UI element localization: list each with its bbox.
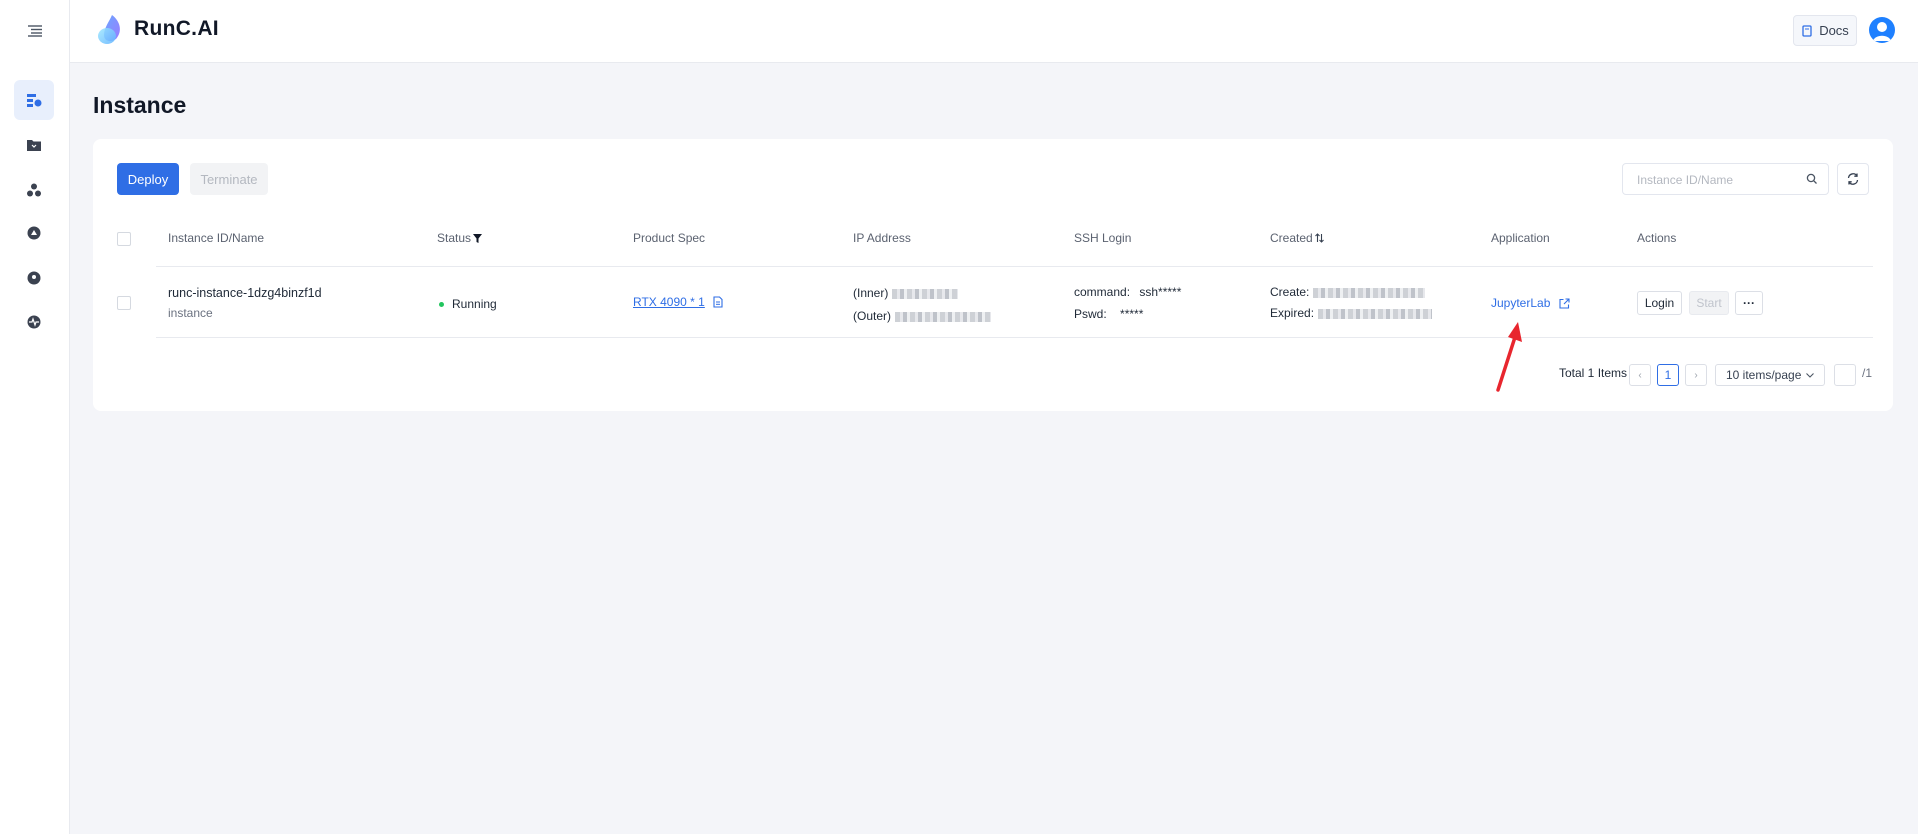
next-page-button[interactable]: › <box>1685 364 1707 386</box>
menu-toggle-button[interactable] <box>24 20 46 42</box>
sort-icon[interactable] <box>1314 233 1324 243</box>
chevron-down-icon <box>1806 372 1814 378</box>
ip-inner-redacted <box>892 288 959 299</box>
storage-icon <box>27 226 41 240</box>
ip-outer: (Outer) <box>853 309 992 323</box>
status-label: Running <box>452 297 497 311</box>
ip-outer-redacted <box>895 311 992 322</box>
instance-icon <box>27 94 42 107</box>
row-divider <box>156 337 1873 338</box>
document-icon[interactable] <box>713 296 723 308</box>
search-input[interactable] <box>1635 170 1799 190</box>
terminate-button[interactable]: Terminate <box>190 163 268 195</box>
sidebar-item-storage[interactable] <box>14 213 54 253</box>
docs-button[interactable]: Docs <box>1793 15 1857 46</box>
th-ip-address-label: IP Address <box>853 231 911 245</box>
th-product-spec-label: Product Spec <box>633 231 706 245</box>
header-divider <box>156 266 1873 267</box>
pagination-total: Total 1 Items <box>1559 366 1628 380</box>
ip-outer-label: (Outer) <box>853 309 892 323</box>
th-ssh-login-label: SSH Login <box>1074 231 1132 245</box>
sidebar-item-monitor[interactable] <box>14 302 54 342</box>
login-button[interactable]: Login <box>1637 291 1682 315</box>
top-bar: RunC.AI Docs <box>0 0 1918 63</box>
chevron-right-icon: › <box>1694 369 1698 381</box>
page-jump-input[interactable] <box>1834 364 1856 386</box>
user-icon <box>1873 22 1891 41</box>
total-pages: /1 <box>1862 366 1873 380</box>
folder-icon <box>27 140 41 151</box>
product-spec-link[interactable]: RTX 4090 * 1 <box>633 295 705 309</box>
docs-label: Docs <box>1819 23 1849 38</box>
sidebar-item-folder[interactable] <box>14 125 54 165</box>
page-size-select[interactable]: 10 items/page <box>1715 364 1825 386</box>
brand-name: RunC.AI <box>134 17 219 40</box>
th-product-spec: Product Spec <box>633 231 705 245</box>
page-size-label: 10 items/page <box>1726 368 1802 382</box>
chevron-left-icon: ‹ <box>1638 369 1642 381</box>
logo-icon <box>98 15 120 44</box>
th-status[interactable]: Status <box>437 231 483 245</box>
filter-icon[interactable] <box>473 233 483 243</box>
th-ip-address: IP Address <box>853 231 911 245</box>
ssh-pswd-label: Pswd: <box>1074 307 1107 321</box>
application-link[interactable]: JupyterLab <box>1491 296 1570 310</box>
th-instance-name: Instance ID/Name <box>168 231 264 245</box>
th-actions: Actions <box>1637 231 1676 245</box>
user-avatar[interactable] <box>1869 17 1895 43</box>
search-box <box>1622 163 1829 195</box>
expired-date: Expired: <box>1270 306 1433 320</box>
th-created[interactable]: Created <box>1270 231 1324 245</box>
monitor-icon <box>27 315 41 329</box>
status-badge: Running <box>439 297 497 311</box>
ssh-password[interactable]: Pswd: ***** <box>1074 307 1143 321</box>
deploy-button[interactable]: Deploy <box>117 163 179 195</box>
expired-label: Expired: <box>1270 306 1315 320</box>
th-application-label: Application <box>1491 231 1550 245</box>
th-created-label: Created <box>1270 231 1313 245</box>
status-dot <box>439 301 444 307</box>
ssh-command-value: ssh***** <box>1139 285 1182 299</box>
page-number-button[interactable]: 1 <box>1657 364 1679 386</box>
ssh-command-label: command: <box>1074 285 1131 299</box>
instance-name: instance <box>168 306 213 320</box>
ip-inner-label: (Inner) <box>853 286 889 300</box>
sidebar <box>0 0 70 834</box>
sidebar-item-location[interactable] <box>14 258 54 298</box>
instance-card: Deploy Terminate Instance ID/Name Status… <box>93 139 1893 411</box>
refresh-icon <box>1847 173 1859 185</box>
menu-collapse-icon <box>28 25 42 37</box>
created-date: Create: <box>1270 285 1426 299</box>
location-icon <box>27 271 41 285</box>
sidebar-item-cluster[interactable] <box>14 170 54 210</box>
prev-page-button[interactable]: ‹ <box>1629 364 1651 386</box>
sidebar-item-instance[interactable] <box>14 80 54 120</box>
more-actions-button[interactable]: ··· <box>1735 291 1763 315</box>
create-label: Create: <box>1270 285 1310 299</box>
brand-logo[interactable]: RunC.AI <box>96 13 219 45</box>
external-link-icon[interactable] <box>1559 297 1570 309</box>
th-status-label: Status <box>437 231 472 245</box>
select-all-checkbox[interactable] <box>117 232 131 246</box>
ip-inner: (Inner) <box>853 286 959 300</box>
th-ssh-login: SSH Login <box>1074 231 1131 245</box>
annotation-arrow-icon <box>1496 322 1522 392</box>
product-spec: RTX 4090 * 1 <box>633 295 723 309</box>
cluster-icon <box>27 183 41 197</box>
search-icon[interactable] <box>1806 173 1818 185</box>
refresh-button[interactable] <box>1837 163 1869 195</box>
ssh-command[interactable]: command: ssh***** <box>1074 285 1181 299</box>
row-checkbox[interactable] <box>117 296 131 310</box>
th-application: Application <box>1491 231 1550 245</box>
start-button[interactable]: Start <box>1689 291 1729 315</box>
th-instance-name-label: Instance ID/Name <box>168 231 265 245</box>
create-redacted <box>1313 287 1426 298</box>
instance-id[interactable]: runc-instance-1dzg4binzf1d <box>168 286 322 300</box>
ssh-pswd-value: ***** <box>1120 307 1144 321</box>
expired-redacted <box>1318 308 1433 319</box>
page-title: Instance <box>93 92 187 118</box>
th-actions-label: Actions <box>1637 231 1677 245</box>
application-label[interactable]: JupyterLab <box>1491 296 1550 310</box>
book-icon <box>1802 24 1812 37</box>
